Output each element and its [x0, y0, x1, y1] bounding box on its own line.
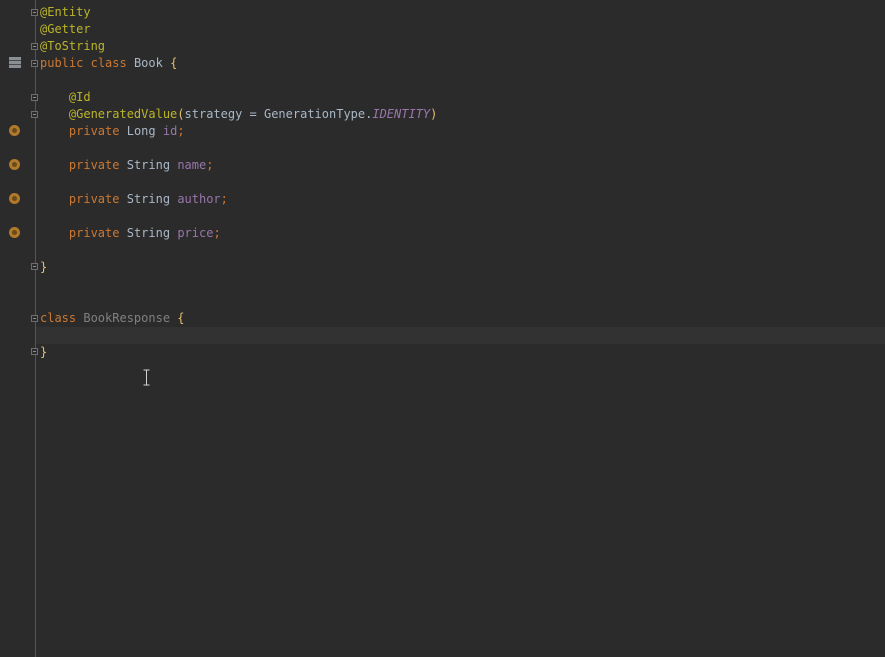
- brace: }: [40, 345, 48, 359]
- annotation-param: strategy = GenerationType.: [184, 107, 373, 121]
- code-line-15[interactable]: [40, 242, 885, 259]
- code-area[interactable]: @Entity @Getter @ToString public class B…: [36, 4, 885, 361]
- code-line-9[interactable]: [40, 140, 885, 157]
- annotation: @GeneratedValue: [68, 107, 178, 121]
- keyword: private: [68, 226, 120, 240]
- code-line-7[interactable]: @GeneratedValue(strategy = GenerationTyp…: [40, 106, 885, 123]
- code-line-3[interactable]: @ToString: [40, 38, 885, 55]
- class-name: BookResponse: [83, 311, 171, 325]
- code-line-20-current[interactable]: [36, 327, 885, 344]
- code-line-12[interactable]: private String author;: [40, 191, 885, 208]
- field-name: name: [177, 158, 207, 172]
- fold-marker-icon[interactable]: [31, 43, 38, 50]
- fold-marker-icon[interactable]: [31, 263, 38, 270]
- code-line-2[interactable]: @Getter: [40, 21, 885, 38]
- text-cursor-icon: [143, 369, 150, 386]
- type-name: String: [126, 226, 171, 240]
- code-line-10[interactable]: private String name;: [40, 157, 885, 174]
- keyword: private: [68, 192, 120, 206]
- semicolon: ;: [220, 192, 228, 206]
- class-name: Book: [133, 56, 163, 70]
- fold-marker-icon[interactable]: [31, 348, 38, 355]
- code-line-11[interactable]: [40, 174, 885, 191]
- fold-marker-icon[interactable]: [31, 315, 38, 322]
- code-line-8[interactable]: private Long id;: [40, 123, 885, 140]
- field-icon[interactable]: [9, 193, 20, 204]
- code-line-13[interactable]: [40, 208, 885, 225]
- semicolon: ;: [177, 124, 185, 138]
- paren: (: [177, 107, 185, 121]
- database-icon[interactable]: [8, 56, 22, 68]
- keyword: class: [40, 311, 77, 325]
- keyword: private: [68, 158, 120, 172]
- code-line-1[interactable]: @Entity: [40, 4, 885, 21]
- semicolon: ;: [206, 158, 214, 172]
- code-line-5[interactable]: [40, 72, 885, 89]
- keyword: class: [90, 56, 127, 70]
- code-line-17[interactable]: [40, 276, 885, 293]
- annotation: @Id: [68, 90, 91, 104]
- field-icon[interactable]: [9, 227, 20, 238]
- paren: ): [430, 107, 438, 121]
- annotation: @ToString: [40, 39, 106, 53]
- fold-marker-icon[interactable]: [31, 111, 38, 118]
- type-name: Long: [126, 124, 156, 138]
- code-line-6[interactable]: @Id: [40, 89, 885, 106]
- fold-marker-icon[interactable]: [31, 60, 38, 67]
- fold-marker-icon[interactable]: [31, 94, 38, 101]
- annotation: @Getter: [40, 22, 91, 36]
- type-name: String: [126, 158, 171, 172]
- field-name: author: [177, 192, 221, 206]
- keyword: public: [40, 56, 84, 70]
- code-line-4[interactable]: public class Book {: [40, 55, 885, 72]
- brace: }: [40, 260, 48, 274]
- code-editor[interactable]: @Entity @Getter @ToString public class B…: [0, 0, 885, 657]
- code-line-21[interactable]: }: [40, 344, 885, 361]
- code-line-19[interactable]: class BookResponse {: [40, 310, 885, 327]
- field-icon[interactable]: [9, 125, 20, 136]
- enum-constant: IDENTITY: [372, 107, 431, 121]
- type-name: String: [126, 192, 171, 206]
- annotation: @Entity: [40, 5, 91, 19]
- brace: {: [170, 56, 178, 70]
- code-line-16[interactable]: }: [40, 259, 885, 276]
- code-line-14[interactable]: private String price;: [40, 225, 885, 242]
- editor-gutter[interactable]: [0, 0, 38, 657]
- keyword: private: [68, 124, 120, 138]
- field-name: id: [162, 124, 178, 138]
- field-icon[interactable]: [9, 159, 20, 170]
- semicolon: ;: [213, 226, 221, 240]
- code-line-18[interactable]: [40, 293, 885, 310]
- brace: {: [177, 311, 185, 325]
- field-name: price: [177, 226, 214, 240]
- fold-marker-icon[interactable]: [31, 9, 38, 16]
